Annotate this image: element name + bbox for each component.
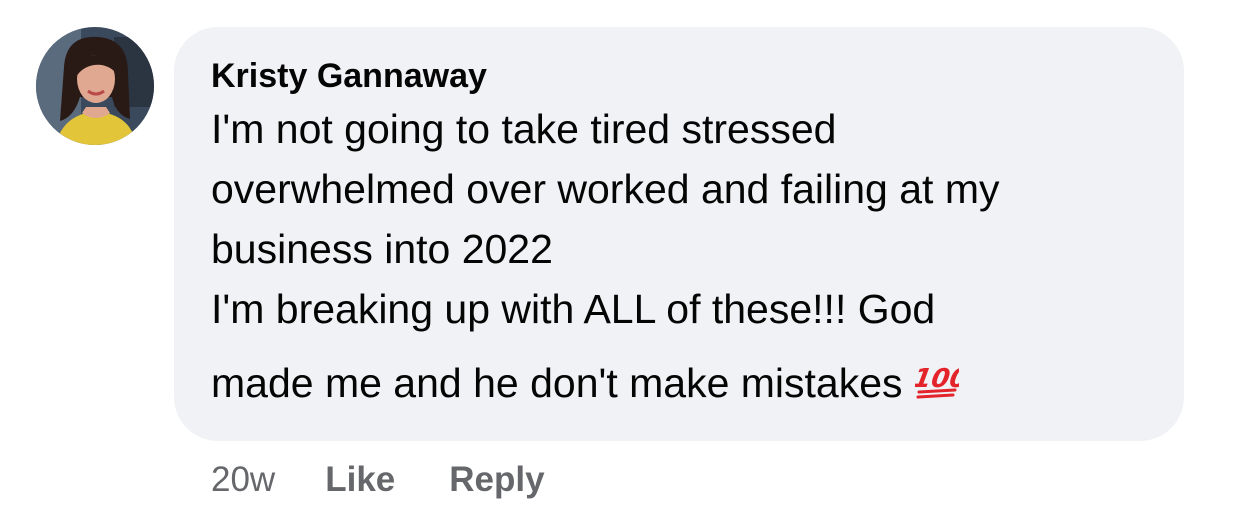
comment-text: made me and he don't make mistakes: [211, 360, 903, 406]
comment-author[interactable]: Kristy Gannaway: [211, 53, 1154, 99]
avatar-photo: [36, 27, 154, 145]
like-button[interactable]: Like: [325, 460, 395, 500]
comment-timestamp[interactable]: 20w: [211, 460, 275, 500]
comment: Kristy Gannaway I'm not going to take ti…: [0, 0, 1238, 521]
comment-text-line: I'm breaking up with ALL of these!!! God: [211, 286, 936, 332]
comment-text-line: I'm not going to take tired stressed: [211, 106, 837, 152]
comment-actions: 20w Like Reply: [211, 456, 599, 504]
comment-text-line-last: made me and he don't make mistakes 100: [211, 353, 1154, 419]
comment-text-line: overwhelmed over worked and failing at m…: [211, 166, 1000, 212]
reply-button[interactable]: Reply: [449, 460, 544, 500]
hundred-points-icon: 100: [910, 359, 970, 419]
comment-text-line: business into 2022: [211, 226, 553, 272]
comment-bubble: Kristy Gannaway I'm not going to take ti…: [174, 27, 1184, 441]
avatar[interactable]: [36, 27, 154, 145]
